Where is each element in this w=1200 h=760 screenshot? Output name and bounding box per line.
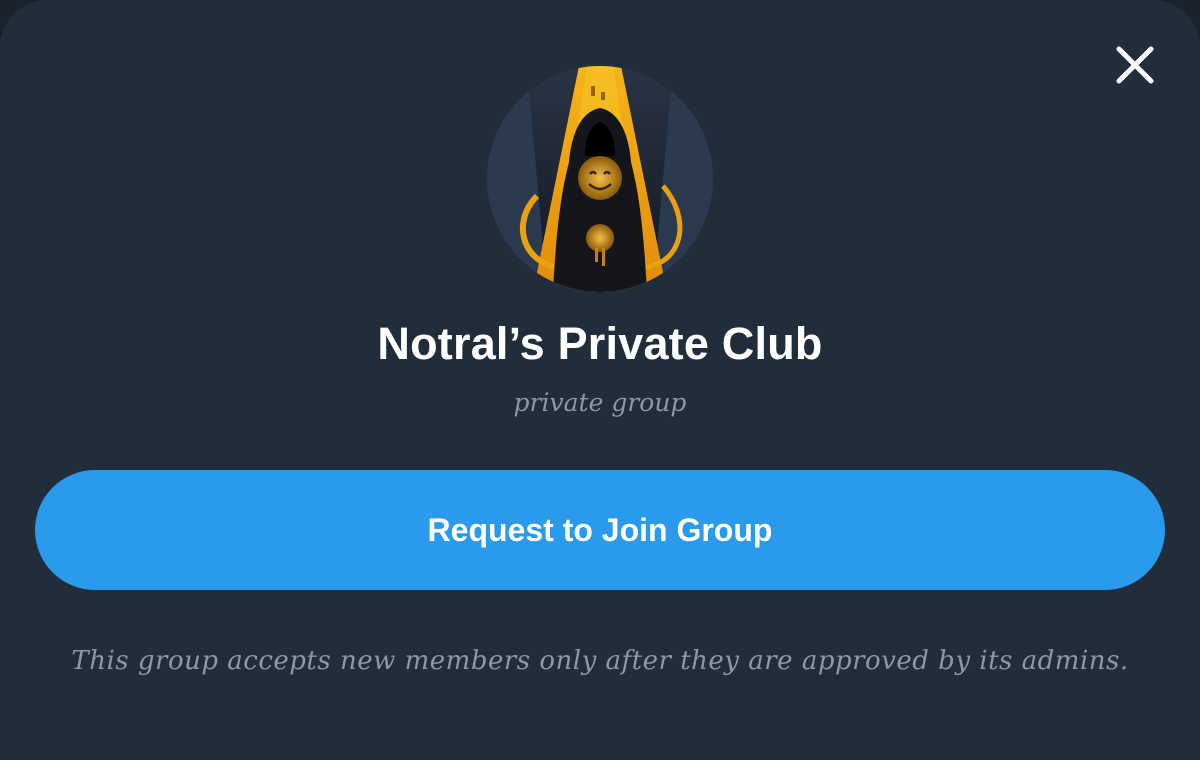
group-title: Notral’s Private Club	[377, 318, 823, 369]
hooded-figure-avatar-icon	[487, 66, 713, 292]
request-to-join-button[interactable]: Request to Join Group	[35, 470, 1165, 590]
close-icon	[1116, 46, 1154, 84]
group-avatar	[487, 66, 713, 292]
join-group-dialog: Notral’s Private Club private group Requ…	[0, 0, 1200, 760]
approval-note: This group accepts new members only afte…	[71, 646, 1129, 676]
group-type-label: private group	[513, 388, 687, 417]
close-button[interactable]	[1108, 38, 1162, 92]
